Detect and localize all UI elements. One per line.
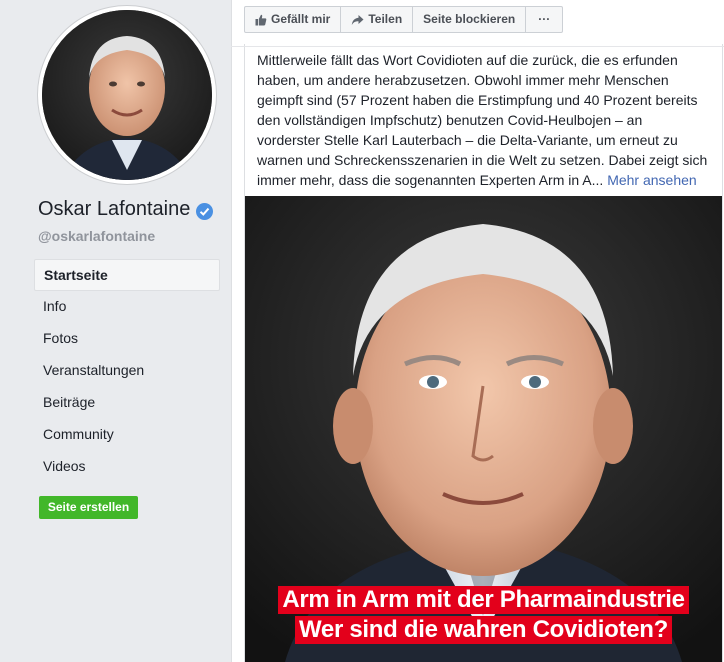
- share-button-label: Teilen: [368, 12, 403, 26]
- nav-item-videos[interactable]: Videos: [34, 451, 220, 483]
- verified-badge-icon: [196, 203, 214, 220]
- nav-item-startseite[interactable]: Startseite: [34, 259, 220, 291]
- post-top-border: [231, 46, 724, 47]
- headline-line-1: Arm in Arm mit der Pharmaindustrie: [278, 586, 689, 614]
- post-text: Mittlerweile fällt das Wort Covidioten a…: [257, 50, 709, 190]
- post-image[interactable]: Arm in Arm mit der Pharmaindustrie Wer s…: [245, 196, 722, 662]
- post-card: Mittlerweile fällt das Wort Covidioten a…: [244, 44, 723, 662]
- column-divider: [231, 0, 232, 662]
- headline-line-2: Wer sind die wahren Covidioten?: [295, 616, 672, 644]
- like-button-label: Gefällt mir: [271, 12, 331, 26]
- see-more-link[interactable]: Mehr ansehen: [607, 172, 697, 188]
- profile-picture[interactable]: [42, 10, 212, 180]
- block-page-button[interactable]: Seite blockieren: [412, 6, 527, 33]
- thumbs-up-icon: [255, 14, 267, 25]
- profile-picture-frame[interactable]: [38, 6, 216, 184]
- nav-item-veranstaltungen[interactable]: Veranstaltungen: [34, 355, 220, 387]
- image-headline: Arm in Arm mit der Pharmaindustrie Wer s…: [245, 586, 722, 644]
- create-page-button[interactable]: Seite erstellen: [39, 496, 138, 519]
- page-name-text: Oskar Lafontaine: [38, 198, 191, 220]
- nav-item-info[interactable]: Info: [34, 291, 220, 323]
- page-action-bar: Gefällt mir Teilen Seite blockieren ···: [244, 6, 564, 33]
- share-arrow-icon: [352, 14, 364, 25]
- nav-item-beitraege[interactable]: Beiträge: [34, 387, 220, 419]
- page-title: Oskar Lafontaine: [38, 198, 214, 221]
- post-body: Mittlerweile fällt das Wort Covidioten a…: [257, 52, 708, 188]
- more-options-button[interactable]: ···: [525, 6, 564, 33]
- more-options-icon: ···: [538, 12, 551, 26]
- nav-item-community[interactable]: Community: [34, 419, 220, 451]
- left-sidebar: Oskar Lafontaine @oskarlafontaine Starts…: [0, 0, 231, 662]
- page-handle[interactable]: @oskarlafontaine: [38, 228, 155, 244]
- share-button[interactable]: Teilen: [340, 6, 414, 33]
- page-nav: Startseite Info Fotos Veranstaltungen Be…: [34, 259, 220, 483]
- block-page-button-label: Seite blockieren: [423, 12, 516, 26]
- main-content: Gefällt mir Teilen Seite blockieren ··· …: [231, 0, 724, 662]
- nav-item-fotos[interactable]: Fotos: [34, 323, 220, 355]
- like-button[interactable]: Gefällt mir: [244, 6, 342, 33]
